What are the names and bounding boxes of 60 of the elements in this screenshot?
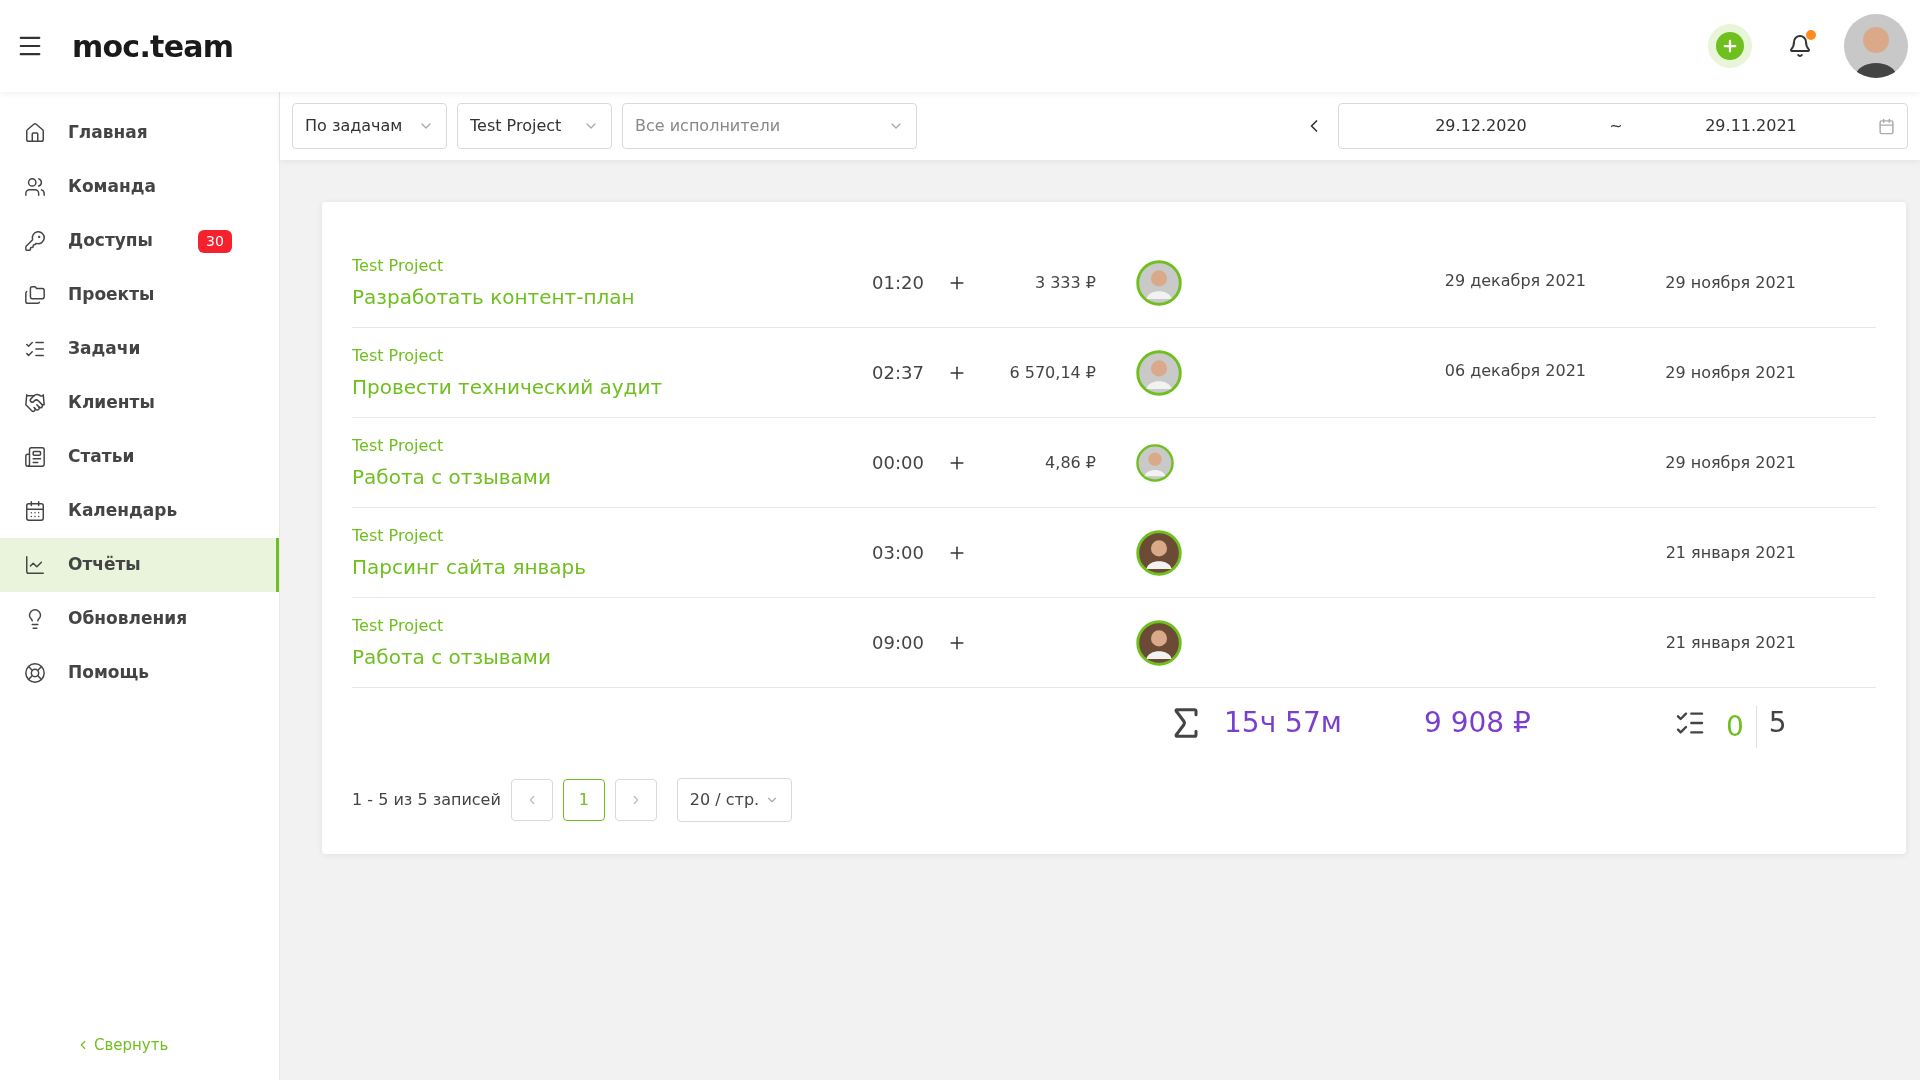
sidebar-item[interactable]: Задачи	[0, 322, 279, 376]
assignee-select[interactable]: Все исполнители	[622, 103, 917, 149]
bell-icon	[1788, 34, 1812, 58]
assignee-avatar	[1136, 349, 1182, 396]
group-by-select[interactable]: По задачам	[292, 103, 447, 149]
records-summary: 1 - 5 из 5 записей	[352, 789, 501, 811]
plus-icon	[1721, 37, 1739, 55]
key-icon	[24, 230, 46, 252]
calendar-icon	[1878, 117, 1895, 135]
time-spent: 02:37	[872, 361, 925, 385]
sidebar-item[interactable]: Клиенты	[0, 376, 279, 430]
sidebar-item[interactable]: Календарь	[0, 484, 279, 538]
time-spent: 09:00	[872, 631, 925, 655]
project-name: Test Project	[352, 344, 445, 367]
home-icon	[24, 122, 46, 144]
due-date: 06 декабря 2021	[1444, 360, 1586, 380]
sidebar-item[interactable]: Помощь	[0, 646, 279, 700]
count-badge: 30	[198, 229, 232, 253]
logo: moc.team	[72, 27, 234, 66]
total-amount: 9 908 ₽	[1424, 705, 1532, 741]
created-date: 21 января 2021	[1664, 541, 1796, 564]
amount: 3 333 ₽	[1033, 271, 1096, 294]
done-count: 0	[1726, 706, 1757, 748]
sidebar-item[interactable]: Обновления	[0, 592, 279, 646]
assignee-avatar	[1136, 619, 1182, 666]
time-spent: 01:20	[872, 271, 925, 295]
lifebuoy-icon	[24, 662, 46, 684]
sidebar-item[interactable]: Проекты	[0, 268, 279, 322]
project-name: Test Project	[352, 524, 445, 547]
sidebar-item[interactable]: Команда	[0, 160, 279, 214]
created-date: 29 ноября 2021	[1664, 451, 1796, 474]
amount: 6 570,14 ₽	[1008, 361, 1096, 384]
page-size-select[interactable]: 20 / стр.	[676, 778, 792, 822]
sidebar-item[interactable]: Отчёты	[0, 538, 279, 592]
time-spent: 00:00	[872, 451, 925, 475]
project-name: Test Project	[352, 254, 445, 277]
created-date: 29 ноября 2021	[1664, 361, 1796, 384]
newspaper-icon	[24, 446, 46, 468]
sidebar-item[interactable]: Главная	[0, 106, 279, 160]
project-name: Test Project	[352, 614, 445, 637]
date-range-field[interactable]: 29.12.2020 ~ 29.11.2021	[1338, 103, 1908, 149]
calendar-icon	[24, 500, 46, 522]
assignee-avatar	[1136, 259, 1182, 306]
assignee-avatar	[1136, 443, 1174, 482]
created-date: 21 января 2021	[1664, 631, 1796, 654]
chart-icon	[24, 554, 46, 576]
total-count: 5	[1768, 705, 1787, 741]
people-icon	[24, 176, 46, 198]
project-name: Test Project	[352, 434, 445, 457]
project-select[interactable]: Test Project	[457, 103, 612, 149]
sidebar-item[interactable]: Статьи	[0, 430, 279, 484]
handshake-icon	[24, 392, 46, 414]
sidebar-item[interactable]: Доступы 30	[0, 214, 279, 268]
total-time: 15ч 57м	[1224, 705, 1343, 741]
folders-icon	[24, 284, 46, 306]
created-date: 29 ноября 2021	[1664, 271, 1796, 294]
time-spent: 03:00	[872, 541, 925, 565]
assignee-avatar	[1136, 529, 1182, 576]
amount: 4,86 ₽	[1044, 451, 1096, 474]
due-date: 29 декабря 2021	[1444, 270, 1586, 290]
